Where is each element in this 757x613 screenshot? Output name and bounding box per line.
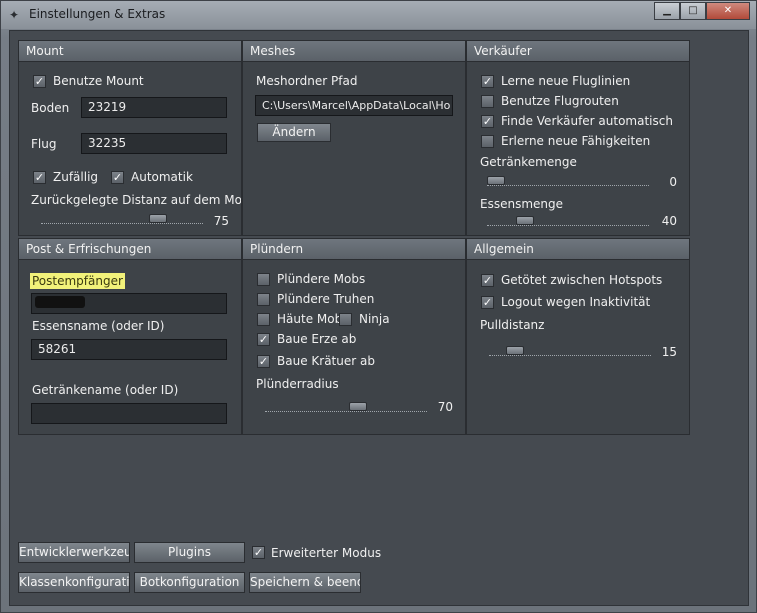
drink-name-label: Getränkename (oder ID) xyxy=(32,383,179,397)
extended-mode-checkbox[interactable]: ✓ xyxy=(252,546,265,559)
loot-chests-label: Plündere Truhen xyxy=(277,292,375,306)
mesh-path-input[interactable]: C:\Users\Marcel\AppData\Local\Ho xyxy=(255,95,453,116)
title-bar[interactable]: ✦ Einstellungen & Extras ▁ □ ✕ xyxy=(1,1,756,29)
distance-value: 75 xyxy=(213,214,229,228)
client-area: Mount ✓ Benutze Mount Boden 23219 Flug 3… xyxy=(9,30,749,606)
drink-amount-value: 0 xyxy=(669,175,677,189)
change-path-button[interactable]: Ändern xyxy=(257,123,331,142)
loot-panel: Plündern Plündere Mobs Plündere Truhen H… xyxy=(242,238,466,435)
food-amount-label: Essensmenge xyxy=(480,197,564,211)
loot-radius-slider-thumb[interactable] xyxy=(348,402,367,411)
post-header: Post & Erfrischungen xyxy=(19,239,241,260)
loot-radius-label: Plünderradius xyxy=(256,377,339,391)
settings-window: ✦ Einstellungen & Extras ▁ □ ✕ Mount ✓ B… xyxy=(0,0,757,613)
drink-slider-thumb[interactable] xyxy=(487,176,505,185)
meshes-header: Meshes xyxy=(243,41,465,62)
use-flightroutes-checkbox[interactable] xyxy=(481,95,494,108)
devtools-button[interactable]: Entwicklerwerkzeuge xyxy=(18,542,130,563)
food-name-input[interactable]: 58261 xyxy=(31,339,227,360)
loot-radius-slider-track[interactable] xyxy=(265,411,427,412)
logout-inactivity-checkbox[interactable]: ✓ xyxy=(481,296,494,309)
pull-distance-label: Pulldistanz xyxy=(480,318,545,332)
pull-distance-value: 15 xyxy=(661,345,677,359)
vendor-panel: Verkäufer ✓ Lerne neue Fluglinien Benutz… xyxy=(466,40,690,236)
app-icon: ✦ xyxy=(9,8,20,22)
window-controls: ▁ □ ✕ xyxy=(654,2,750,20)
loot-mobs-label: Plündere Mobs xyxy=(277,272,366,286)
use-mount-checkbox[interactable]: ✓ xyxy=(33,75,46,88)
vendor-header: Verkäufer xyxy=(467,41,689,62)
drink-amount-label: Getränkemenge xyxy=(480,155,577,169)
plugins-button[interactable]: Plugins xyxy=(134,542,245,563)
automatik-label: Automatik xyxy=(131,170,193,184)
find-vendor-checkbox[interactable]: ✓ xyxy=(481,115,494,128)
post-panel: Post & Erfrischungen Postempfänger Essen… xyxy=(18,238,242,435)
distance-slider-thumb[interactable] xyxy=(149,214,167,223)
learn-flightpaths-label: Lerne neue Fluglinien xyxy=(501,74,631,88)
mine-ore-label: Baue Erze ab xyxy=(277,332,357,346)
boden-input[interactable]: 23219 xyxy=(81,97,227,118)
ninja-checkbox[interactable] xyxy=(339,313,352,326)
loot-mobs-checkbox[interactable] xyxy=(257,273,270,286)
learn-flightpaths-checkbox[interactable]: ✓ xyxy=(481,75,494,88)
harvest-herbs-label: Baue Krätuer ab xyxy=(277,354,375,368)
mount-panel: Mount ✓ Benutze Mount Boden 23219 Flug 3… xyxy=(18,40,242,236)
food-name-label: Essensname (oder ID) xyxy=(32,319,165,333)
redacted-recipient xyxy=(35,296,85,308)
logout-inactivity-label: Logout wegen Inaktivität xyxy=(501,295,651,309)
maximize-button[interactable]: □ xyxy=(680,2,706,20)
zufaellig-label: Zufällig xyxy=(53,170,99,184)
window-title: Einstellungen & Extras xyxy=(29,7,166,21)
killed-between-hotspots-checkbox[interactable]: ✓ xyxy=(481,274,494,287)
food-amount-value: 40 xyxy=(661,214,677,228)
skin-mob-label: Häute Mob xyxy=(277,312,343,326)
learn-skills-label: Erlerne neue Fähigkeiten xyxy=(501,134,651,148)
killed-between-hotspots-label: Getötet zwischen Hotspots xyxy=(501,273,663,287)
flug-label: Flug xyxy=(31,137,57,151)
recipient-label: Postempfänger xyxy=(30,273,125,289)
use-flightroutes-label: Benutze Flugrouten xyxy=(501,94,619,108)
minimize-button[interactable]: ▁ xyxy=(654,2,680,20)
drink-name-input[interactable] xyxy=(31,403,227,424)
pull-distance-slider-thumb[interactable] xyxy=(506,346,525,355)
meshes-panel: Meshes Meshordner Pfad C:\Users\Marcel\A… xyxy=(242,40,466,236)
zufaellig-checkbox[interactable]: ✓ xyxy=(33,171,46,184)
automatik-checkbox[interactable]: ✓ xyxy=(111,171,124,184)
skin-mob-checkbox[interactable] xyxy=(257,313,270,326)
loot-radius-value: 70 xyxy=(437,400,453,414)
find-vendor-label: Finde Verkäufer automatisch xyxy=(501,114,673,128)
boden-label: Boden xyxy=(31,101,70,115)
flug-input[interactable]: 32235 xyxy=(81,133,227,154)
drink-slider-track[interactable] xyxy=(487,185,649,186)
general-panel: Allgemein ✓ Getötet zwischen Hotspots ✓ … xyxy=(466,238,690,435)
harvest-herbs-checkbox[interactable]: ✓ xyxy=(257,355,270,368)
mesh-path-label: Meshordner Pfad xyxy=(256,74,358,88)
distance-slider-track[interactable] xyxy=(41,223,203,224)
learn-skills-checkbox[interactable] xyxy=(481,135,494,148)
extended-mode-label: Erweiterter Modus xyxy=(271,546,382,560)
loot-header: Plündern xyxy=(243,239,465,260)
loot-chests-checkbox[interactable] xyxy=(257,293,270,306)
food-slider-track[interactable] xyxy=(487,225,649,226)
close-button[interactable]: ✕ xyxy=(706,2,750,20)
save-close-button[interactable]: Speichern & beenden xyxy=(249,572,361,593)
mine-ore-checkbox[interactable]: ✓ xyxy=(257,333,270,346)
ninja-label: Ninja xyxy=(359,312,390,326)
pull-distance-slider-track[interactable] xyxy=(489,355,651,356)
food-slider-thumb[interactable] xyxy=(515,216,534,225)
class-config-button[interactable]: Klassenkonfiguration xyxy=(18,572,130,593)
mount-header: Mount xyxy=(19,41,241,62)
use-mount-label: Benutze Mount xyxy=(53,74,144,88)
general-header: Allgemein xyxy=(467,239,689,260)
bot-config-button[interactable]: Botkonfiguration xyxy=(134,572,245,593)
distance-label: Zurückgelegte Distanz auf dem Mount xyxy=(31,193,242,207)
